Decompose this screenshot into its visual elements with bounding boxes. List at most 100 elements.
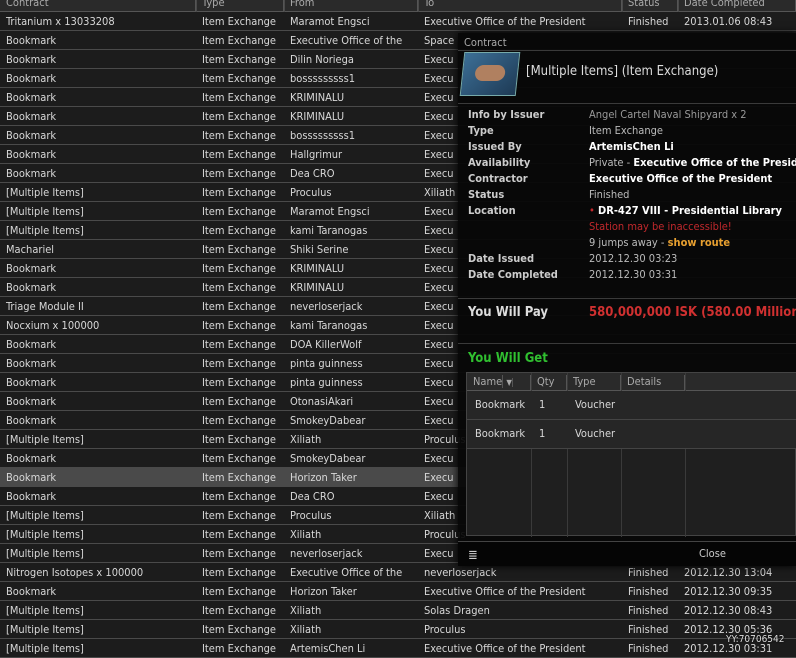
availability-prefix: Private - xyxy=(589,156,634,169)
type-value: Item Exchange xyxy=(589,124,664,137)
cell-to: Executive Office of the President xyxy=(424,15,586,28)
cell-from: neverloserjack xyxy=(290,300,363,313)
cell-type: Item Exchange xyxy=(202,243,277,256)
sort-down-icon: ▼ xyxy=(506,378,513,387)
cell-type: Item Exchange xyxy=(202,91,277,104)
cell-status: Finished xyxy=(628,566,669,579)
cell-from: KRIMINALU xyxy=(290,281,345,294)
cell-type: Item Exchange xyxy=(202,338,277,351)
show-route-link[interactable]: show route xyxy=(668,236,731,249)
station-warning: Station may be inaccessible! xyxy=(589,220,732,233)
cell-date: 2013.01.06 08:43 xyxy=(684,15,773,28)
cell-contract: [Multiple Items] xyxy=(6,433,84,446)
cell-from: Dea CRO xyxy=(290,167,335,180)
location-value: • DR-427 VIII - Presidential Library xyxy=(589,204,782,217)
cell-from: Shiki Serine xyxy=(290,243,349,256)
cell-to: Solas Dragen xyxy=(424,604,490,617)
cell-from: Xiliath xyxy=(290,528,322,541)
menu-icon[interactable]: ≣ xyxy=(468,548,478,563)
cell-contract: Machariel xyxy=(6,243,55,256)
contract-window: Contract [Multiple Items] (Item Exchange… xyxy=(458,33,796,566)
date-issued-value: 2012.12.30 03:23 xyxy=(589,252,678,265)
col-status[interactable]: Status xyxy=(622,0,678,12)
cell-from: Xiliath xyxy=(290,433,322,446)
cell-contract: [Multiple Items] xyxy=(6,528,84,541)
cell-from: Executive Office of the xyxy=(290,34,403,47)
item-qty: 1 xyxy=(539,427,546,440)
cell-contract: Bookmark xyxy=(6,129,57,142)
issued-by-value[interactable]: ArtemisChen Li xyxy=(589,140,674,153)
cell-contract: [Multiple Items] xyxy=(6,547,84,560)
table-row[interactable]: [Multiple Items] Item Exchange ArtemisChen… xyxy=(0,639,796,658)
cell-contract: Bookmark xyxy=(6,281,57,294)
cell-from: Horizon Taker xyxy=(290,471,357,484)
items-col-type[interactable]: Type xyxy=(567,375,621,390)
availability-link[interactable]: Executive Office of the President xyxy=(633,156,796,169)
table-row[interactable]: [Multiple Items] Item Exchange Xiliath Sola… xyxy=(0,601,796,620)
contractor-value: Executive Office of the President xyxy=(589,172,772,185)
date-completed-value: 2012.12.30 03:31 xyxy=(589,268,678,281)
cell-type: Item Exchange xyxy=(202,224,277,237)
cell-from: kami Taranogas xyxy=(290,319,368,332)
cell-type: Item Exchange xyxy=(202,585,277,598)
label-date-issued: Date Issued xyxy=(468,252,535,265)
item-type: Voucher xyxy=(575,427,616,440)
cell-type: Item Exchange xyxy=(202,72,277,85)
table-row[interactable]: Tritanium x 13033208 Item Exchange Maramot… xyxy=(0,12,796,31)
availability-value: Private - Executive Office of the Presid… xyxy=(589,156,796,169)
contractor-link[interactable]: Executive Office of the President xyxy=(589,172,772,185)
cell-from: neverloserjack xyxy=(290,547,363,560)
cell-contract: Tritanium x 13033208 xyxy=(6,15,115,28)
pay-label: You Will Pay xyxy=(468,305,549,320)
cell-from: Dilin Noriega xyxy=(290,53,354,66)
cell-type: Item Exchange xyxy=(202,414,277,427)
cell-type: Item Exchange xyxy=(202,15,277,28)
cell-type: Item Exchange xyxy=(202,148,277,161)
cell-contract: Bookmark xyxy=(6,376,57,389)
items-col-details[interactable]: Details xyxy=(621,375,685,390)
cell-from: pinta guinness xyxy=(290,376,363,389)
col-type[interactable]: Type xyxy=(196,0,284,12)
cell-status: Finished xyxy=(628,15,669,28)
table-row[interactable]: [Multiple Items] Item Exchange Xiliath Proc… xyxy=(0,620,796,639)
cell-type: Item Exchange xyxy=(202,623,277,636)
cell-date: 2012.12.30 09:35 xyxy=(684,585,773,598)
cell-type: Item Exchange xyxy=(202,53,277,66)
items-col-qty[interactable]: Qty xyxy=(531,375,567,390)
divider xyxy=(458,50,796,51)
cell-from: Dea CRO xyxy=(290,490,335,503)
cell-type: Item Exchange xyxy=(202,490,277,503)
location-link[interactable]: DR-427 VIII - Presidential Library xyxy=(598,204,782,217)
table-row[interactable]: Bookmark Item Exchange Horizon Taker Execut… xyxy=(0,582,796,601)
col-to[interactable]: To xyxy=(418,0,622,12)
cell-contract: Bookmark xyxy=(6,34,57,47)
item-row[interactable]: Bookmark 1 Voucher xyxy=(467,391,796,420)
cell-status: Finished xyxy=(628,642,669,655)
cell-type: Item Exchange xyxy=(202,357,277,370)
pay-value: 580,000,000 ISK (580.00 Million) xyxy=(589,305,796,320)
item-row[interactable]: Bookmark 1 Voucher xyxy=(467,420,796,449)
col-date-completed[interactable]: Date Completed xyxy=(678,0,796,12)
cell-type: Item Exchange xyxy=(202,186,277,199)
close-button[interactable]: Close xyxy=(699,547,726,560)
cell-from: Proculus xyxy=(290,186,332,199)
cell-contract: Bookmark xyxy=(6,471,57,484)
cell-type: Item Exchange xyxy=(202,604,277,617)
cell-to: neverloserjack xyxy=(424,566,497,579)
watermark: YY:70706542 xyxy=(726,634,785,645)
cell-contract: Bookmark xyxy=(6,91,57,104)
label-issued-by: Issued By xyxy=(468,140,522,153)
window-footer: ≣ Close xyxy=(458,541,796,566)
contract-heading: [Multiple Items] (Item Exchange) xyxy=(526,64,719,79)
contracts-header: Contract Type From To Status Date Comple… xyxy=(0,0,796,12)
col-from[interactable]: From xyxy=(284,0,418,12)
cell-type: Item Exchange xyxy=(202,110,277,123)
items-col-name[interactable]: Name ▼ xyxy=(467,375,531,390)
cell-type: Item Exchange xyxy=(202,509,277,522)
label-info: Info by Issuer xyxy=(468,108,545,121)
col-contract[interactable]: Contract xyxy=(0,0,196,12)
issued-by-link[interactable]: ArtemisChen Li xyxy=(589,140,674,153)
cell-from: KRIMINALU xyxy=(290,110,345,123)
cell-contract: Nitrogen Isotopes x 100000 xyxy=(6,566,144,579)
cell-from: Maramot Engsci xyxy=(290,15,370,28)
